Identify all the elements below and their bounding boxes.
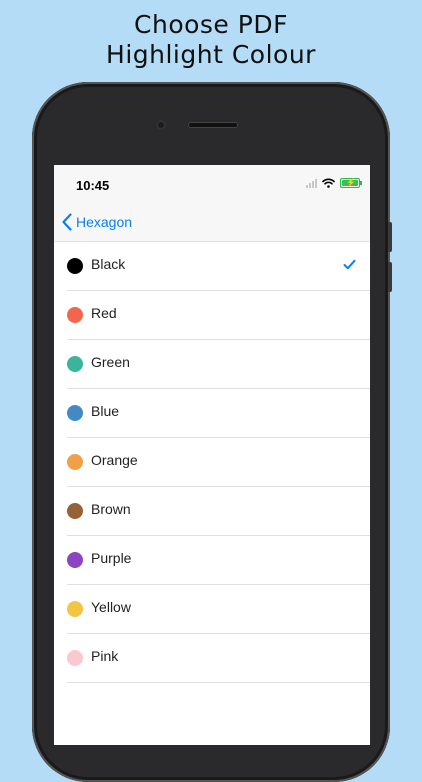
colour-swatch <box>67 650 83 666</box>
colour-option-brown[interactable]: Brown <box>67 487 370 536</box>
status-icons: ⚡ <box>306 178 362 188</box>
headline-line-2: Highlight Colour <box>106 40 316 69</box>
colour-label: Pink <box>91 648 119 664</box>
colour-option-orange[interactable]: Orange <box>67 438 370 487</box>
colour-label: Purple <box>91 550 132 566</box>
colour-option-red[interactable]: Red <box>67 291 370 340</box>
navigation-bar: 10:45 ⚡ Hexagon <box>54 165 370 242</box>
colour-swatch <box>67 258 83 274</box>
colour-swatch <box>67 356 83 372</box>
phone-frame: 10:45 ⚡ Hexagon Black Red Green Blue Ora… <box>32 82 392 782</box>
status-time: 10:45 <box>76 178 110 193</box>
front-camera <box>156 120 166 130</box>
checkmark-icon <box>343 259 356 270</box>
wifi-icon <box>322 178 335 188</box>
colour-swatch <box>67 601 83 617</box>
colour-label: Black <box>91 256 126 272</box>
back-button[interactable]: Hexagon <box>62 213 132 231</box>
promo-headline: Choose PDF Highlight Colour <box>0 10 422 70</box>
colour-swatch <box>67 454 83 470</box>
colour-label: Blue <box>91 403 120 419</box>
colour-swatch <box>67 307 83 323</box>
colour-list: Black Red Green Blue Orange Brown Purple Yellow… <box>54 242 370 683</box>
colour-option-purple[interactable]: Purple <box>67 536 370 585</box>
phone-side-button <box>388 262 392 292</box>
colour-swatch <box>67 405 83 421</box>
colour-label: Green <box>91 354 130 370</box>
colour-label: Orange <box>91 452 138 468</box>
phone-side-button <box>388 222 392 252</box>
battery-icon: ⚡ <box>340 178 362 188</box>
back-button-label: Hexagon <box>76 214 133 230</box>
back-chevron-icon <box>62 213 72 231</box>
colour-option-yellow[interactable]: Yellow <box>67 585 370 634</box>
colour-option-blue[interactable]: Blue <box>67 389 370 438</box>
colour-option-green[interactable]: Green <box>67 340 370 389</box>
colour-label: Red <box>91 305 117 321</box>
headline-line-1: Choose PDF <box>134 10 288 39</box>
colour-swatch <box>67 503 83 519</box>
colour-label: Yellow <box>91 599 131 615</box>
phone-screen: 10:45 ⚡ Hexagon Black Red Green Blue Ora… <box>54 165 370 745</box>
signal-icon <box>306 178 317 188</box>
colour-option-black[interactable]: Black <box>67 242 370 291</box>
colour-label: Brown <box>91 501 131 517</box>
colour-swatch <box>67 552 83 568</box>
colour-option-pink[interactable]: Pink <box>67 634 370 683</box>
earpiece-speaker <box>188 122 238 128</box>
